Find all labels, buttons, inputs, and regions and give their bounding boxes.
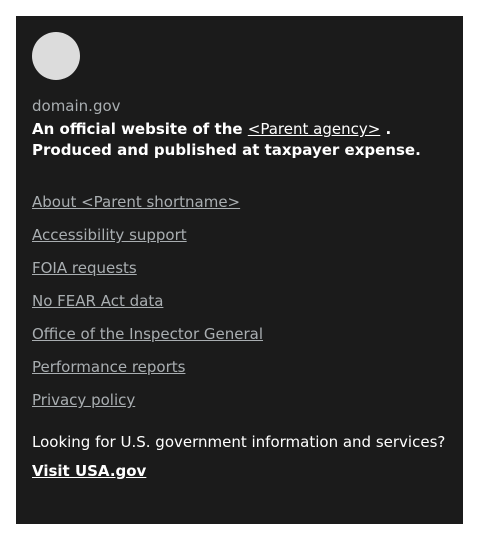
required-link-item: Office of the Inspector General	[32, 324, 447, 357]
official-disclaimer: An official website of the <Parent agenc…	[32, 119, 447, 161]
parent-agency-link[interactable]: <Parent agency>	[248, 120, 381, 138]
foia-requests-link[interactable]: FOIA requests	[32, 259, 137, 277]
no-fear-act-link[interactable]: No FEAR Act data	[32, 292, 163, 310]
performance-reports-link[interactable]: Performance reports	[32, 358, 185, 376]
about-parent-link[interactable]: About <Parent shortname>	[32, 193, 240, 211]
usagov-link-wrapper: Visit USA.gov	[32, 461, 447, 481]
required-link-item: FOIA requests	[32, 258, 447, 291]
usagov-prompt: Looking for U.S. government information …	[32, 433, 446, 451]
site-identifier: domain.gov An official website of the <P…	[16, 16, 463, 524]
required-link-item: Privacy policy	[32, 390, 447, 423]
domain-text: domain.gov	[32, 97, 121, 115]
required-links-list: About <Parent shortname> Accessibility s…	[32, 192, 447, 423]
required-link-item: Accessibility support	[32, 225, 447, 258]
inspector-general-link[interactable]: Office of the Inspector General	[32, 325, 263, 343]
accessibility-support-link[interactable]: Accessibility support	[32, 226, 187, 244]
privacy-policy-link[interactable]: Privacy policy	[32, 391, 135, 409]
required-link-item: About <Parent shortname>	[32, 192, 447, 225]
required-link-item: No FEAR Act data	[32, 291, 447, 324]
agency-logo-icon[interactable]	[32, 32, 80, 80]
visit-usagov-link[interactable]: Visit USA.gov	[32, 462, 146, 480]
required-link-item: Performance reports	[32, 357, 447, 390]
disclaimer-prefix: An official website of the	[32, 120, 243, 138]
